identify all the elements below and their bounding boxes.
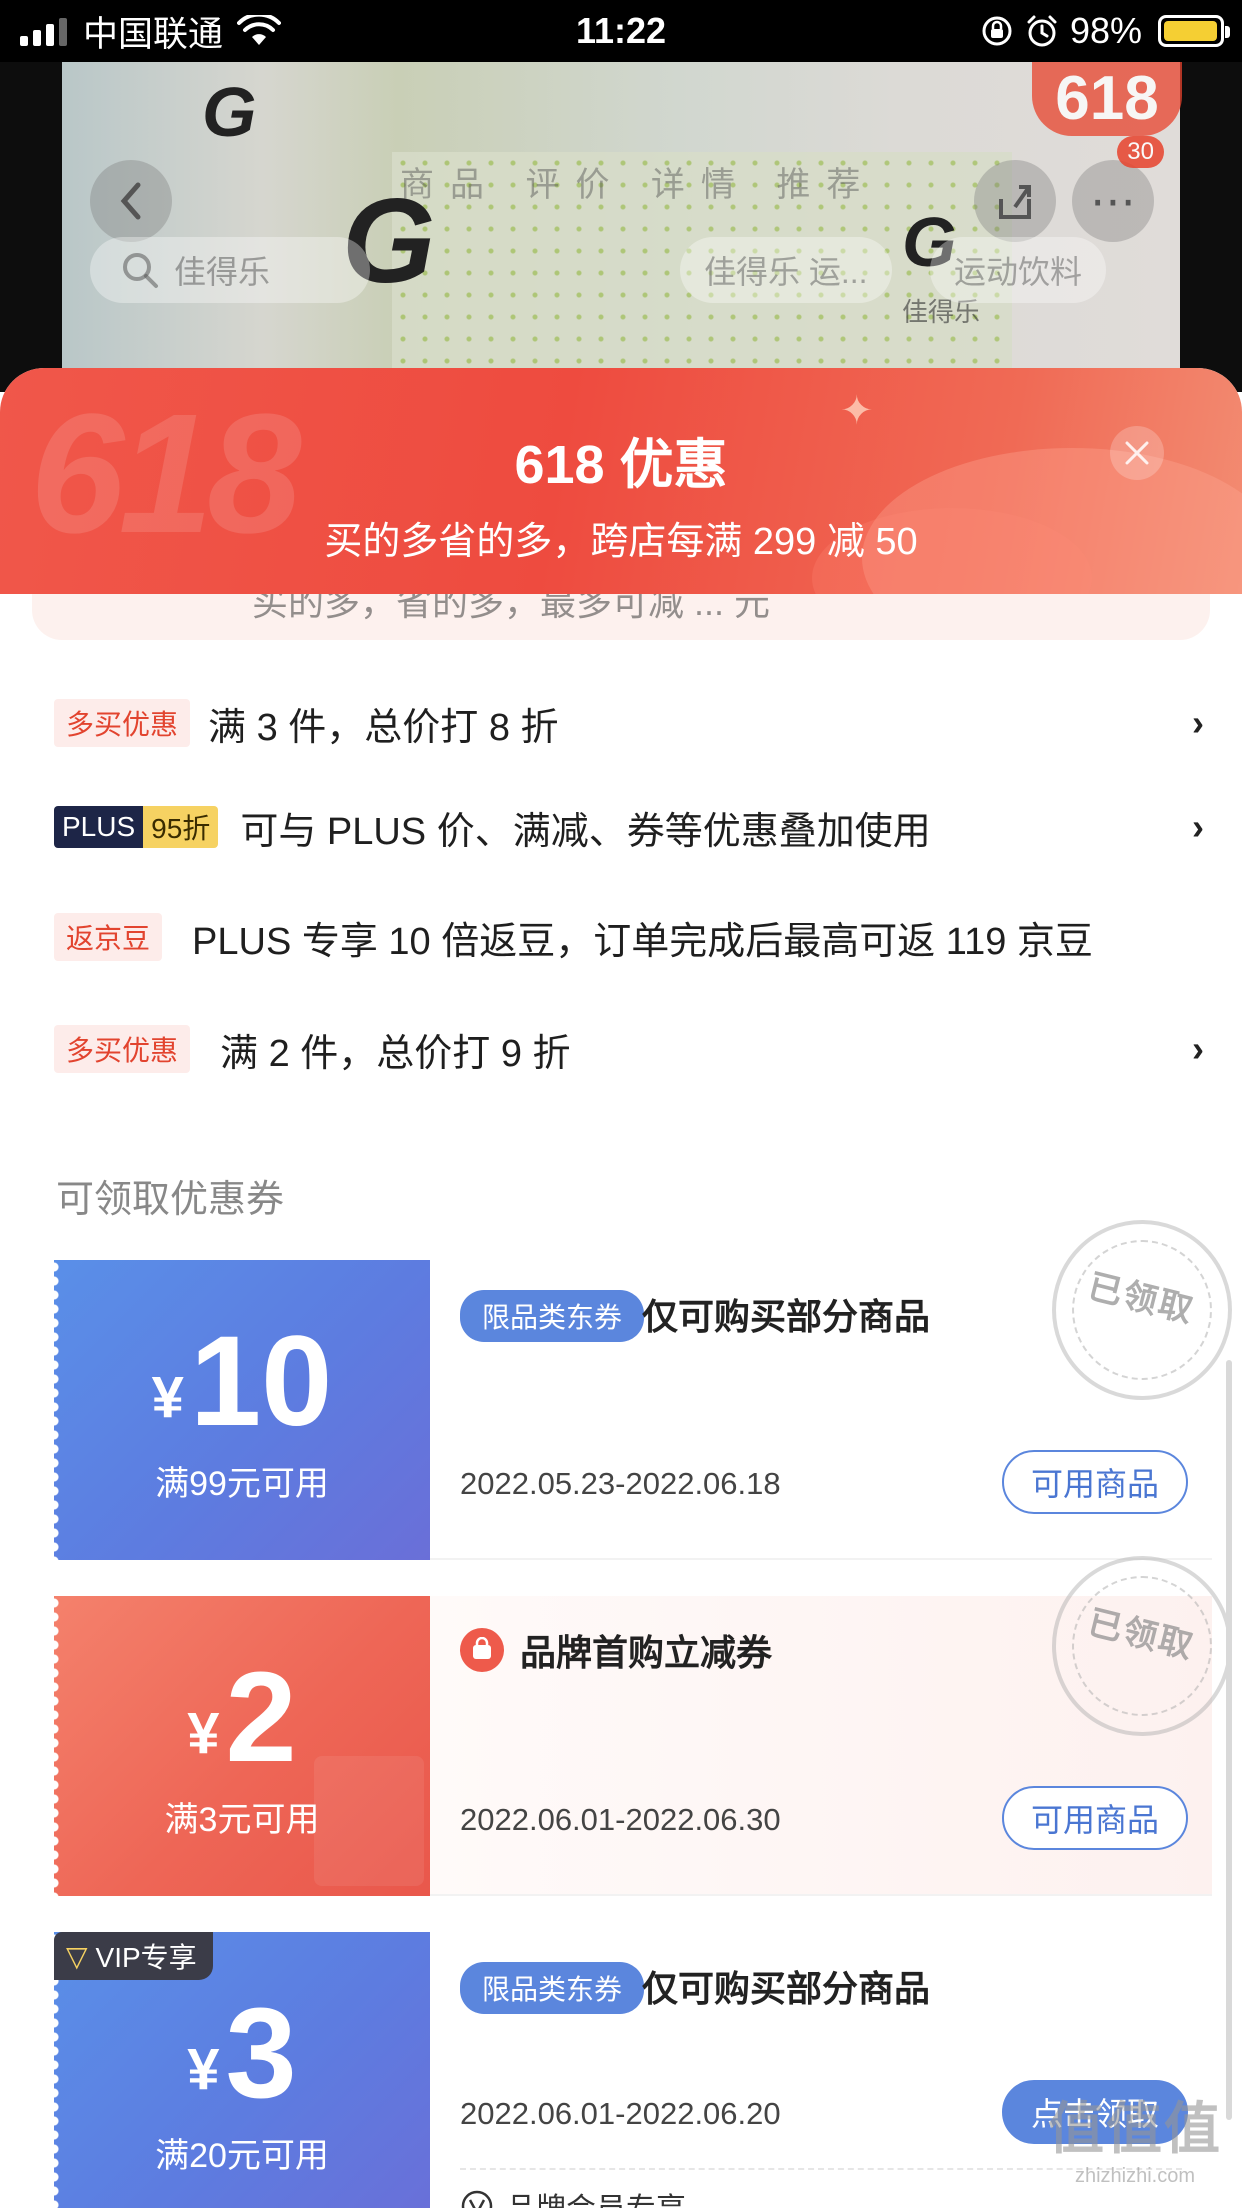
coupon-card: ▽ VIP专享 ¥3 满20元可用 限品类东券 仅可购买部分商品 2022.06…	[54, 1932, 1212, 2208]
coupon-title: 品牌首购立减券	[520, 1632, 773, 1673]
currency-symbol: ¥	[187, 2037, 220, 2102]
coupon-amount: ¥2	[54, 1644, 430, 1791]
share-button[interactable]	[974, 160, 1056, 242]
available-products-button[interactable]: 可用商品	[1002, 1786, 1188, 1850]
back-arrow-icon	[120, 182, 141, 220]
search-input[interactable]: 佳得乐	[90, 237, 370, 303]
promo-618-badge: 618	[1032, 62, 1182, 136]
close-button[interactable]	[1110, 426, 1164, 480]
coupon-value-panel: ¥10 满99元可用	[54, 1260, 430, 1560]
battery-icon	[1158, 15, 1230, 47]
claimed-stamp: 已领取	[1052, 1220, 1232, 1400]
search-chip-2[interactable]: 运动饮料	[930, 237, 1107, 303]
coupon-condition: 满99元可用	[155, 1465, 329, 1503]
claimed-stamp-text: 已领取	[1084, 1266, 1199, 1330]
coupon-type-pill: 限品类东券	[460, 1290, 645, 1342]
signal-icon	[20, 16, 67, 46]
currency-symbol: ¥	[187, 1701, 220, 1766]
close-icon	[1125, 441, 1149, 465]
promo-row-multi-buy-2[interactable]: 多买优惠 满 2 件，总价打 9 折 ›	[54, 1014, 1204, 1084]
search-chip-1[interactable]: 佳得乐 运...	[680, 237, 892, 303]
promo-row-jingdou: 返京豆 PLUS 专享 10 倍返豆，订单完成后最高可返 119 京豆	[54, 902, 1204, 972]
hidden-promo-text: 买的多，省的多，最多可减 ... 元	[252, 594, 771, 623]
sheet-header: 618 ✦ 618 优惠 买的多省的多，跨店每满 299 减 50	[0, 368, 1242, 594]
coupon-condition: 满3元可用	[164, 1801, 320, 1839]
coupon-card: ¥2 满3元可用 品牌首购立减券 2022.06.01-2022.06.30 可…	[54, 1556, 1232, 1896]
product-tabs[interactable]: 商品 评价 详情 推荐	[400, 157, 876, 206]
coupon-amount-value: 2	[225, 1646, 297, 1789]
promotion-sheet: 618 ✦ 618 优惠 买的多省的多，跨店每满 299 减 50 买的多，省的…	[0, 368, 1242, 2208]
status-right: 98%	[980, 8, 1230, 54]
status-left: 中国联通	[20, 8, 282, 54]
coupon-card: ¥10 满99元可用 限品类东券 仅可购买部分商品 2022.05.23-202…	[54, 1220, 1232, 1560]
message-count-badge: 30	[1117, 136, 1164, 168]
wifi-icon	[237, 15, 282, 45]
promo-tag: 多买优惠	[54, 699, 191, 747]
watermark-domain: zhizhizhi.com	[1074, 2165, 1196, 2187]
hidden-promo-strip: 买的多，省的多，最多可减 ... 元	[32, 594, 1210, 640]
coupon-title: 仅可购买部分商品	[642, 1968, 931, 2009]
coupon-date: 2022.06.01-2022.06.20	[460, 2096, 781, 2131]
currency-symbol: ¥	[151, 1365, 184, 1430]
chevron-right-icon: ›	[1192, 702, 1204, 743]
battery-percent: 98%	[1069, 10, 1142, 51]
coupon-amount: ¥10	[54, 1308, 430, 1455]
promo-row-multi-buy-3[interactable]: 多买优惠 满 3 件，总价打 8 折 ›	[54, 688, 1204, 758]
promo-text: 满 3 件，总价打 8 折	[208, 706, 559, 749]
coupon-amount-value: 3	[225, 1982, 297, 2125]
vip-badge: ▽ VIP专享	[54, 1932, 213, 1980]
vip-badge-label: VIP专享	[95, 1942, 197, 1973]
chevron-right-icon: ›	[1192, 806, 1204, 847]
coupon-detail-panel: 限品类东券 仅可购买部分商品 2022.05.23-2022.06.18 可用商…	[430, 1220, 1232, 1560]
coupon-amount: ¥3	[54, 1980, 430, 2127]
member-note: 品牌会员专享	[460, 2184, 686, 2208]
plus-discount-label: 95折	[143, 806, 219, 848]
more-dots-icon: ⋯	[1090, 175, 1136, 227]
share-icon	[999, 185, 1031, 219]
bottle-logo-icon: G	[202, 73, 257, 151]
coupon-date: 2022.06.01-2022.06.30	[460, 1802, 781, 1837]
battery-level	[1164, 21, 1217, 41]
search-placeholder: 佳得乐	[174, 254, 271, 290]
watermark-logo: 值值值	[1048, 2097, 1222, 2160]
back-button[interactable]	[90, 160, 172, 242]
brand-store-icon	[460, 1628, 504, 1672]
claimed-stamp-text: 已领取	[1084, 1602, 1199, 1666]
status-bar: 中国联通 11:22 98%	[0, 0, 1242, 62]
member-note-text: 品牌会员专享	[506, 2184, 686, 2208]
claimed-stamp: 已领取	[1052, 1556, 1232, 1736]
plus-discount-tag: PLUS 95折	[54, 806, 219, 848]
promo-tag: 多买优惠	[54, 1025, 191, 1073]
coupon-condition: 满20元可用	[155, 2137, 329, 2175]
sheet-title: 618 优惠	[514, 435, 728, 495]
coupon-title: 仅可购买部分商品	[642, 1296, 931, 1337]
background-product-page: G G G 佳得乐 618 商品 评价 详情 推荐 ⋯ 30 佳得乐 佳得乐 运…	[0, 62, 1242, 392]
more-button[interactable]: ⋯	[1072, 160, 1154, 242]
carrier-name: 中国联通	[83, 14, 224, 54]
sheet-subtitle: 买的多省的多，跨店每满 299 减 50	[324, 521, 918, 563]
site-watermark: 值值值 zhizhizhi.com	[1048, 2084, 1222, 2188]
promo-tag: 返京豆	[54, 913, 163, 961]
coupon-type-pill: 限品类东券	[460, 1962, 645, 2014]
coupon-value-panel: ¥2 满3元可用	[54, 1596, 430, 1896]
promo-text: 可与 PLUS 价、满减、券等优惠叠加使用	[240, 810, 931, 853]
promo-row-plus[interactable]: PLUS 95折 可与 PLUS 价、满减、券等优惠叠加使用 ›	[54, 792, 1204, 862]
coupon-amount-value: 10	[189, 1310, 333, 1453]
coupon-detail-panel: 品牌首购立减券 2022.06.01-2022.06.30 可用商品 已领取	[430, 1556, 1232, 1896]
chevron-right-icon: ›	[1192, 1028, 1204, 1069]
coupon-section-title: 可领取优惠券	[56, 1179, 285, 1221]
available-products-button[interactable]: 可用商品	[1002, 1450, 1188, 1514]
promo-text: 满 2 件，总价打 9 折	[220, 1032, 571, 1075]
rotation-lock-icon	[982, 16, 1012, 46]
search-icon	[123, 253, 158, 288]
scrollbar[interactable]	[1226, 1360, 1232, 2120]
coupon-date: 2022.05.23-2022.06.18	[460, 1466, 781, 1501]
vip-v-icon: ▽	[66, 1940, 88, 1972]
member-v-icon	[461, 2190, 493, 2208]
coupon-value-panel: ▽ VIP专享 ¥3 满20元可用	[54, 1932, 430, 2208]
promo-text: PLUS 专享 10 倍返豆，订单完成后最高可返 119 京豆	[192, 920, 1093, 963]
plus-label: PLUS	[54, 806, 144, 848]
alarm-icon	[1027, 15, 1057, 47]
